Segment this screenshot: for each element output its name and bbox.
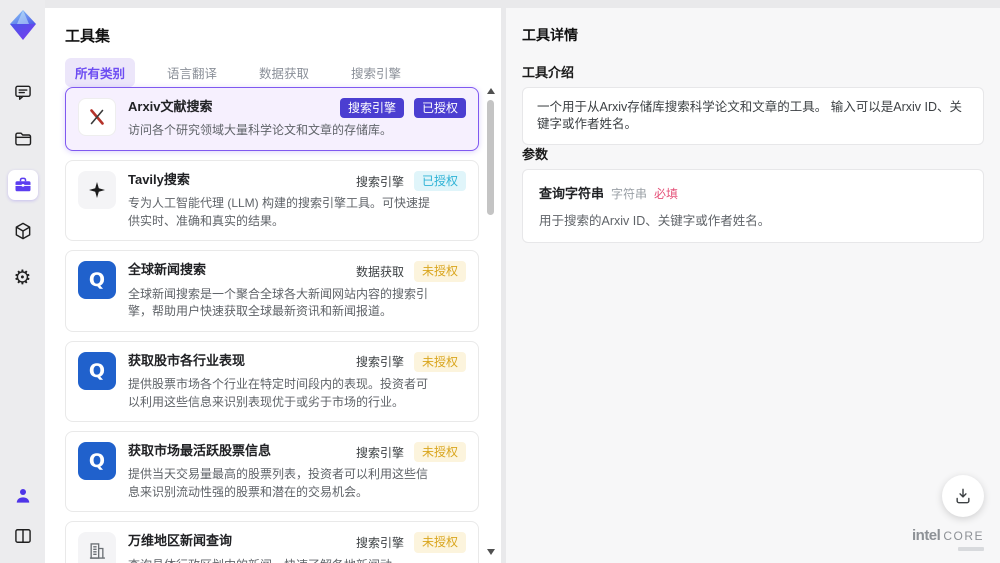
- folder-icon[interactable]: [8, 124, 38, 154]
- tool-name: Tavily搜索: [128, 171, 190, 187]
- scrollbar-thumb[interactable]: [487, 100, 494, 215]
- brand-core: CORE: [943, 529, 984, 543]
- tab-translation[interactable]: 语言翻译: [157, 58, 227, 87]
- status-badge: 未授权: [413, 532, 466, 553]
- tool-description: 访问各个研究领域大量科学论文和文章的存储库。: [128, 123, 393, 138]
- brand-intel: intel: [911, 527, 941, 544]
- page-title: 工具集: [65, 28, 111, 45]
- status-badge: 未授权: [413, 261, 466, 282]
- tool-card-arxiv[interactable]: Arxiv文献搜索 搜索引擎 已授权 访问各个研究领域大量科学论文和文章的存储库…: [65, 87, 479, 151]
- details-title: 工具详情: [522, 27, 578, 43]
- tool-card-regional-news[interactable]: 万维地区新闻查询 搜索引擎 未授权 查询具体行政区划内的新闻，快速了解各地新闻动: [65, 521, 479, 563]
- sparkle-icon: [78, 170, 116, 209]
- scroll-up-icon[interactable]: [487, 88, 495, 94]
- tool-description: 专为人工智能代理 (LLM) 构建的搜索引擎工具。可快速提供实时、准确和真实的结…: [128, 196, 431, 228]
- param-type: 字符串: [611, 187, 648, 201]
- user-icon[interactable]: [8, 481, 38, 511]
- category-label: 搜索引擎: [355, 355, 404, 370]
- app-logo-icon: [7, 8, 39, 42]
- briefcase-icon[interactable]: [7, 170, 38, 200]
- news-icon: Q: [78, 351, 116, 390]
- sidebar-nav: ⚙: [7, 78, 38, 292]
- category-tabs: 所有类别 语言翻译 数据获取 搜索引擎: [65, 58, 411, 87]
- chat-icon[interactable]: [8, 78, 38, 108]
- status-badge: 未授权: [413, 351, 466, 373]
- tool-card-active-stocks[interactable]: Q 获取市场最活跃股票信息 搜索引擎 未授权 提供当天交易量最高的股票列表，投资…: [65, 431, 479, 513]
- status-badge: 已授权: [413, 170, 466, 192]
- tool-list-panel: 工具集 所有类别 语言翻译 数据获取 搜索引擎 Arxiv文献搜索 搜索引擎 已…: [45, 8, 501, 563]
- category-label: 数据获取: [355, 264, 404, 279]
- download-icon: [956, 488, 970, 504]
- tool-description: 提供股票市场各个行业在特定时间段内的表现。投资者可以利用这些信息来识别表现优于或…: [128, 377, 429, 409]
- brand-underline: [958, 547, 984, 551]
- category-label: 搜索引擎: [355, 536, 404, 551]
- tool-name: Arxiv文献搜索: [128, 99, 213, 114]
- tool-description: 查询具体行政区划内的新闻，快速了解各地新闻动: [128, 557, 430, 563]
- tab-data-fetch[interactable]: 数据获取: [249, 58, 319, 87]
- tool-description: 全球新闻搜索是一个聚合全球各大新闻网站内容的搜索引擎，帮助用户快速获取全球最新资…: [128, 286, 429, 319]
- package-icon[interactable]: [8, 216, 38, 246]
- settings-icon[interactable]: ⚙: [8, 262, 38, 292]
- param-required-label: 必填: [654, 187, 679, 201]
- params-heading: 参数: [522, 147, 549, 162]
- tool-card-tavily[interactable]: Tavily搜索 搜索引擎 已授权 专为人工智能代理 (LLM) 构建的搜索引擎…: [65, 159, 479, 242]
- news-icon: Q: [78, 442, 116, 481]
- tool-name: 全球新闻搜索: [128, 262, 207, 278]
- list-scrollbar[interactable]: [486, 88, 495, 555]
- tool-name: 获取市场最活跃股票信息: [128, 443, 272, 459]
- tool-description: 提供当天交易量最高的股票列表，投资者可以利用这些信息来识别流动性强的股票和潜在的…: [128, 467, 429, 499]
- tool-card-list: Arxiv文献搜索 搜索引擎 已授权 访问各个研究领域大量科学论文和文章的存储库…: [65, 87, 479, 563]
- param-card: 查询字符串 字符串 必填 用于搜索的Arxiv ID、关键字或作者姓名。: [522, 169, 984, 243]
- category-label: 搜索引擎: [355, 174, 404, 189]
- tool-name: 万维地区新闻查询: [128, 533, 233, 549]
- status-badge: 未授权: [413, 442, 466, 463]
- status-badge: 已授权: [413, 98, 466, 119]
- intro-heading: 工具介绍: [522, 65, 575, 80]
- app-sidebar: ⚙: [0, 0, 45, 563]
- scroll-down-icon[interactable]: [487, 549, 495, 555]
- tool-card-sector-performance[interactable]: Q 获取股市各行业表现 搜索引擎 未授权 提供股票市场各个行业在特定时间段内的表…: [65, 340, 479, 423]
- arxiv-icon: [78, 98, 116, 136]
- tool-name: 获取股市各行业表现: [128, 352, 246, 368]
- intel-core-logo: intel CORE: [912, 528, 984, 551]
- news-icon: Q: [78, 261, 116, 300]
- tool-details-panel: 工具详情 工具介绍 一个用于从Arxiv存储库搜索科学论文和文章的工具。 输入可…: [506, 8, 1000, 563]
- tab-all-categories[interactable]: 所有类别: [65, 58, 136, 87]
- param-description: 用于搜索的Arxiv ID、关键字或作者姓名。: [539, 214, 771, 228]
- intro-box: 一个用于从Arxiv存储库搜索科学论文和文章的工具。 输入可以是Arxiv ID…: [522, 87, 984, 145]
- panel-icon[interactable]: [8, 521, 38, 551]
- tab-search-engine[interactable]: 搜索引擎: [341, 58, 411, 87]
- param-name: 查询字符串: [539, 186, 605, 201]
- building-icon: [78, 532, 116, 563]
- category-badge: 搜索引擎: [339, 98, 404, 119]
- sidebar-bottom: [8, 481, 38, 551]
- download-button[interactable]: [942, 475, 984, 517]
- tool-card-global-news[interactable]: Q 全球新闻搜索 数据获取 未授权 全球新闻搜索是一个聚合全球各大新闻网站内容的…: [65, 250, 479, 332]
- category-label: 搜索引擎: [355, 445, 404, 460]
